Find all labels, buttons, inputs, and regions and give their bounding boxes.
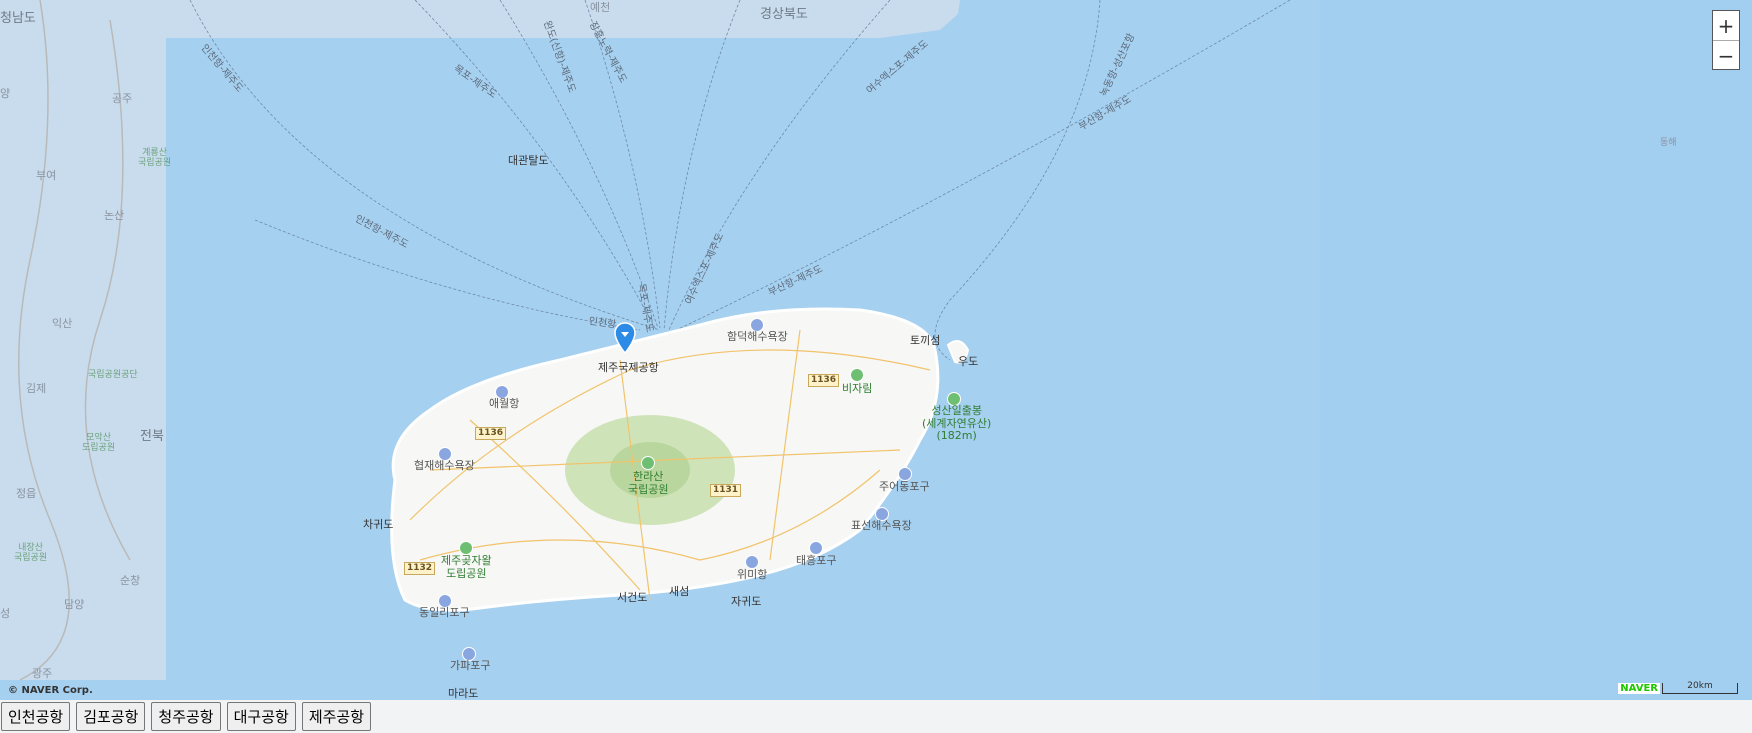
road-number: 1136	[808, 374, 840, 387]
road-number: 1131	[710, 484, 742, 497]
place-label: 논산	[104, 209, 125, 222]
place-label: 한라산 국립공원	[628, 470, 669, 496]
park-label: 모악산 도립공원	[82, 433, 116, 454]
park-icon	[641, 456, 655, 470]
jeju-airport-button[interactable]: 제주공항	[301, 702, 372, 731]
zoom-control: + −	[1712, 10, 1740, 70]
island-label: 대관탈도	[508, 154, 549, 167]
place-label: 차귀도	[363, 518, 394, 531]
park-label: 내장산 국립공원	[14, 543, 48, 564]
place-label: 부여	[36, 169, 57, 182]
park-icon	[850, 368, 864, 382]
place-label: 청남도	[0, 11, 36, 26]
location-marker-icon[interactable]	[614, 322, 636, 354]
scale-bar: 20km	[1662, 682, 1738, 694]
port-icon	[809, 541, 823, 555]
copyright-text: © NAVER Corp.	[8, 685, 93, 696]
place-label: 광주	[32, 667, 53, 680]
park-label: 국립공원공단	[88, 370, 138, 380]
place-label: 예천	[590, 1, 611, 14]
place-label: 성산일출봉 (세계자연유산) (182m)	[922, 404, 992, 443]
map-view[interactable]: 청남도 경상북도 예천 공주 부여 논산 익산 김제 정읍 순창 담양 광주 전…	[0, 0, 1752, 700]
place-label: 토끼섬	[910, 334, 941, 347]
port-icon	[745, 555, 759, 569]
place-label: 양	[0, 87, 11, 100]
place-label: 새섬	[669, 585, 690, 598]
gimpo-airport-button[interactable]: 김포공항	[76, 702, 146, 731]
place-label: 순창	[120, 574, 141, 587]
place-label: 제주곶자왈 도립공원	[441, 554, 492, 580]
map-base	[0, 0, 1752, 700]
place-label: 정읍	[16, 487, 37, 500]
place-label: 가파포구	[450, 659, 491, 672]
park-icon	[459, 541, 473, 555]
airport-label: 제주국제공항	[598, 361, 659, 374]
place-label: 동일리포구	[419, 606, 470, 619]
place-label: 주어동포구	[879, 480, 930, 493]
port-icon	[898, 467, 912, 481]
airport-button-bar: 인천공항 김포공항 청주공항 대구공항 제주공항	[0, 700, 1752, 733]
place-label: 태흥포구	[796, 554, 837, 567]
place-label: 서건도	[617, 591, 648, 604]
road-number: 1132	[404, 562, 436, 575]
cheongju-airport-button[interactable]: 청주공항	[151, 702, 221, 731]
place-label: 경상북도	[760, 7, 808, 22]
place-label: 성	[0, 607, 11, 620]
place-label: 표선해수욕장	[851, 519, 912, 532]
incheon-airport-button[interactable]: 인천공항	[1, 702, 71, 731]
place-label: 마라도	[448, 687, 479, 700]
zoom-in-button[interactable]: +	[1713, 11, 1739, 41]
place-label: 함덕해수욕장	[727, 330, 788, 343]
zoom-out-button[interactable]: −	[1713, 41, 1739, 70]
place-label: 위미항	[737, 568, 768, 581]
park-label: 계룡산 국립공원	[138, 148, 172, 169]
place-label: 전북	[140, 429, 164, 444]
place-label: 김제	[26, 382, 47, 395]
place-label: 협재해수욕장	[414, 459, 475, 472]
place-label: 자귀도	[731, 595, 762, 608]
place-label: 애월항	[489, 397, 520, 410]
place-label: 공주	[112, 92, 133, 105]
place-label: 담양	[64, 598, 85, 611]
daegu-airport-button[interactable]: 대구공항	[226, 702, 296, 731]
road-number: 1136	[475, 427, 507, 440]
sea-label: 동해	[1660, 138, 1677, 148]
naver-logo[interactable]: NAVER	[1618, 683, 1660, 694]
place-label: 우도	[958, 355, 979, 368]
place-label: 비자림	[842, 382, 873, 395]
place-label: 익산	[52, 317, 73, 330]
